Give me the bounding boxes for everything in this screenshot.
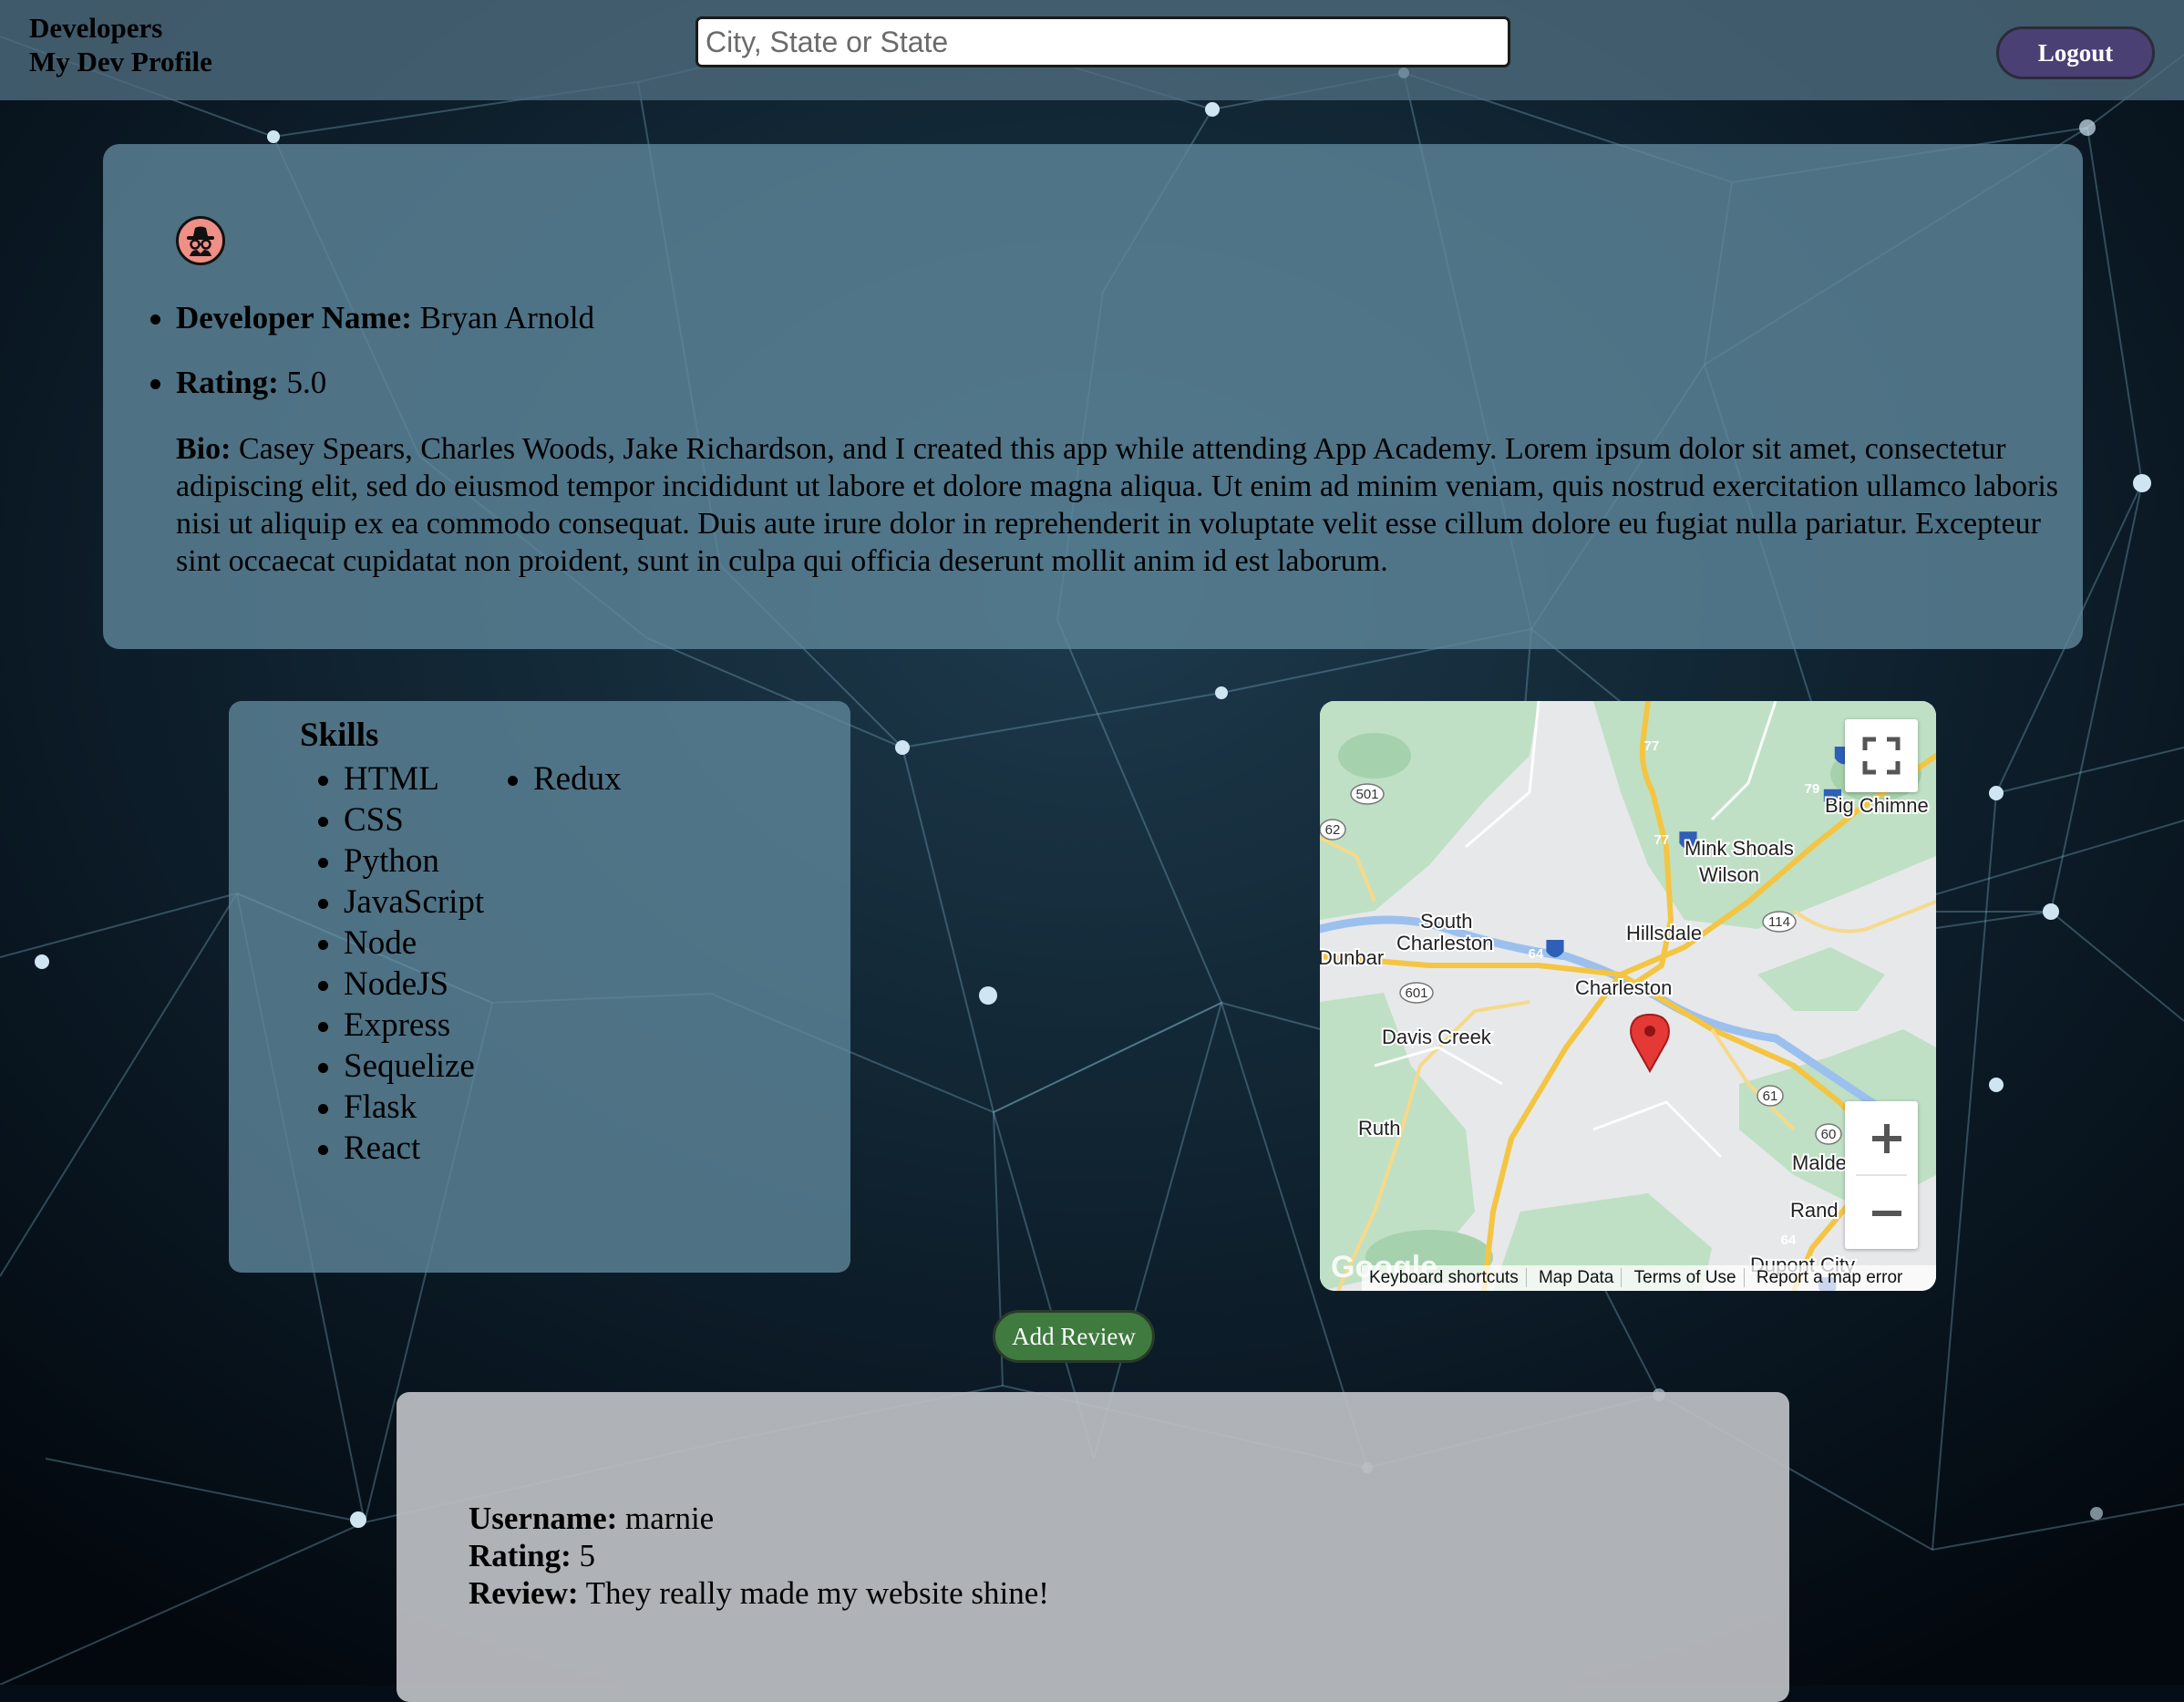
route-shield: 64 (1529, 946, 1544, 962)
bio-label: Bio: (176, 432, 232, 466)
developer-bio: Bio: Casey Spears, Charles Woods, Jake R… (176, 430, 2081, 580)
route-shield: 61 (1763, 1088, 1778, 1104)
skill-item: React (344, 1130, 421, 1167)
incognito-spy-icon (187, 226, 214, 256)
main-nav: Developers My Dev Profile (29, 11, 212, 78)
terms-of-use-link[interactable]: Terms of Use (1626, 1268, 1745, 1287)
review-text-label: Review: (469, 1575, 579, 1611)
review-username: marnie (625, 1501, 715, 1536)
map-data-link[interactable]: Map Data (1530, 1268, 1623, 1287)
minus-icon (1872, 1211, 1901, 1216)
location-map[interactable]: 77 79 77 64 64 501 62 114 601 61 60 Big … (1320, 701, 1936, 1291)
zoom-out-button[interactable] (1845, 1176, 1918, 1249)
skill-item: HTML (344, 760, 439, 798)
review-username-label: Username: (469, 1501, 618, 1536)
skill-item: JavaScript (344, 883, 485, 921)
list-bullet (318, 776, 328, 786)
list-bullet (508, 776, 518, 786)
zoom-controls (1845, 1101, 1918, 1249)
list-bullet (318, 1104, 328, 1114)
skill-item: Redux (533, 760, 622, 798)
list-bullet (318, 940, 328, 950)
developer-name-value: Bryan Arnold (419, 300, 595, 335)
route-shield: 64 (1781, 1233, 1797, 1248)
route-shield: 62 (1325, 822, 1341, 838)
skill-item: Python (344, 842, 439, 880)
nav-link-my-dev-profile[interactable]: My Dev Profile (29, 45, 212, 78)
review-text: They really made my website shine! (585, 1575, 1049, 1611)
map-place-label: Hillsdale (1626, 922, 1702, 944)
skill-item: NodeJS (344, 965, 449, 1003)
review-rating: 5 (579, 1538, 596, 1573)
developer-name-row: Developer Name: Bryan Arnold (176, 300, 594, 336)
route-shield: 77 (1654, 832, 1670, 848)
map-place-label: Davis Creek (1382, 1026, 1492, 1048)
bio-text: Casey Spears, Charles Woods, Jake Richar… (176, 432, 2059, 578)
list-bullet (150, 315, 160, 325)
map-place-label: Charleston (1575, 976, 1672, 999)
review-card (397, 1392, 1789, 1702)
list-bullet (318, 817, 328, 827)
route-shield: 501 (1355, 787, 1378, 802)
skill-item: Express (344, 1006, 451, 1044)
nav-link-developers[interactable]: Developers (29, 11, 212, 45)
map-place-label: Mink Shoals (1684, 837, 1794, 860)
fullscreen-button[interactable] (1845, 719, 1918, 792)
map-place-label: South (1420, 910, 1473, 933)
map-canvas[interactable]: 77 79 77 64 64 501 62 114 601 61 60 Big … (1320, 701, 1936, 1291)
route-shield: 77 (1644, 738, 1660, 754)
route-shield: 60 (1821, 1127, 1837, 1142)
map-place-label: Big Chimne (1825, 794, 1929, 817)
map-place-label: Malde (1792, 1151, 1847, 1174)
review-rating-row: Rating: 5 (469, 1537, 595, 1574)
map-place-label: Wilson (1699, 863, 1759, 886)
route-shield: 79 (1805, 781, 1820, 797)
map-place-label: Ruth (1358, 1117, 1400, 1140)
review-username-row: Username: marnie (469, 1500, 714, 1537)
skill-item: Sequelize (344, 1047, 475, 1085)
location-search-input[interactable] (695, 16, 1510, 67)
developer-name-label: Developer Name: (176, 300, 412, 335)
list-bullet (318, 981, 328, 991)
fullscreen-icon (1862, 737, 1901, 775)
developer-rating-value: 5.0 (286, 365, 327, 400)
list-bullet (318, 1063, 328, 1073)
plus-icon (1872, 1124, 1901, 1153)
keyboard-shortcuts-link[interactable]: Keyboard shortcuts (1362, 1268, 1527, 1287)
list-bullet (318, 899, 328, 909)
map-place-label: Dunbar (1320, 946, 1384, 969)
review-rating-label: Rating: (469, 1538, 572, 1573)
zoom-in-button[interactable] (1845, 1101, 1918, 1174)
route-shield: 114 (1768, 914, 1790, 930)
map-place-label: Rand (1790, 1199, 1839, 1222)
map-footer: Keyboard shortcuts Map Data Terms of Use… (1362, 1265, 1936, 1291)
logout-button[interactable]: Logout (1996, 26, 2155, 79)
review-text-row: Review: They really made my website shin… (469, 1574, 1049, 1612)
avatar-icon (176, 216, 225, 265)
route-shield: 601 (1405, 985, 1427, 1001)
skills-title: Skills (300, 717, 379, 754)
map-place-label: Charleston (1396, 932, 1493, 954)
add-review-button[interactable]: Add Review (993, 1310, 1155, 1363)
skill-item: Flask (344, 1088, 417, 1126)
list-bullet (150, 379, 160, 389)
skill-item: CSS (344, 801, 404, 839)
developer-rating-row: Rating: 5.0 (176, 365, 326, 401)
list-bullet (318, 1145, 328, 1155)
list-bullet (318, 858, 328, 868)
skill-item: Node (344, 924, 417, 962)
list-bullet (318, 1022, 328, 1032)
developer-rating-label: Rating: (176, 365, 279, 400)
report-map-error-link[interactable]: Report a map error (1749, 1268, 1911, 1287)
